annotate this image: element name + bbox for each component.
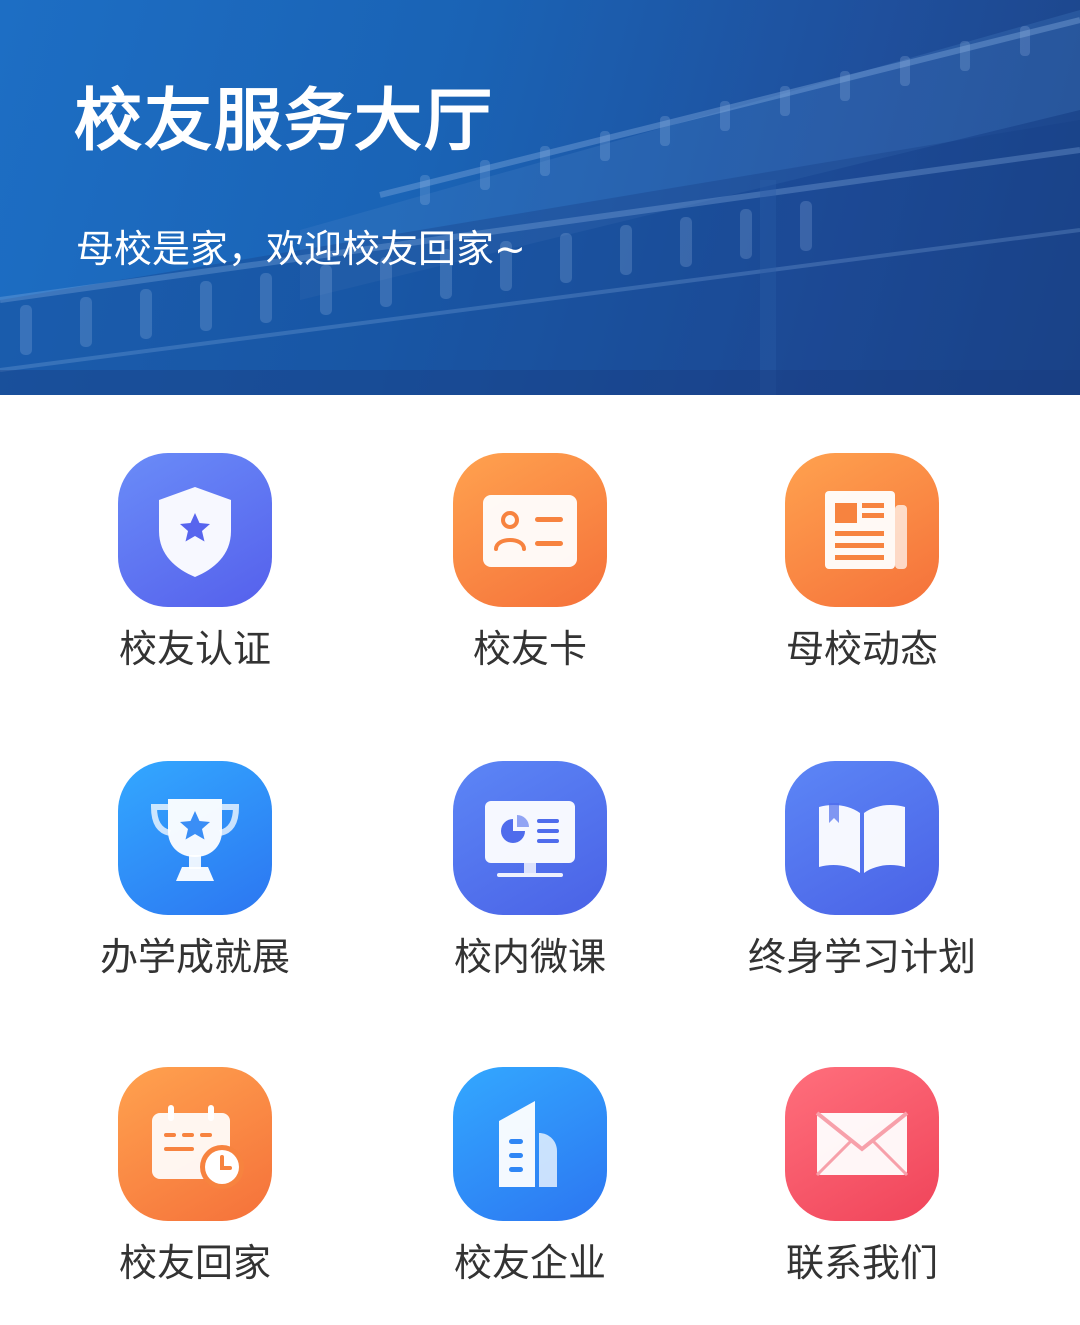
- service-school-news[interactable]: 母校动态: [697, 395, 1027, 671]
- trophy-icon: [150, 799, 240, 881]
- envelope-icon: [815, 1111, 909, 1177]
- service-lifelong-learning[interactable]: 终身学习计划: [697, 703, 1027, 979]
- lifelong-learning-icon-tile: [785, 761, 939, 915]
- building-icon: [499, 1101, 557, 1187]
- shield-star-icon: [159, 487, 231, 577]
- achievement-exhibition-icon-tile: [118, 761, 272, 915]
- alumni-verification-icon-tile: [118, 453, 272, 607]
- service-label: 校内微课: [453, 935, 606, 979]
- service-contact-us[interactable]: 联系我们: [697, 1009, 1027, 1285]
- service-label: 终身学习计划: [747, 935, 976, 979]
- service-label: 校友认证: [118, 627, 271, 671]
- service-alumni-enterprises[interactable]: 校友企业: [365, 1009, 695, 1285]
- service-label: 联系我们: [785, 1241, 938, 1285]
- service-label: 校友回家: [118, 1241, 271, 1285]
- contact-us-icon-tile: [785, 1067, 939, 1221]
- campus-building-background: [0, 10, 1080, 395]
- service-label: 办学成就展: [99, 935, 290, 979]
- service-achievement-exhibition[interactable]: 办学成就展: [30, 703, 360, 979]
- page-title: 校友服务大厅: [74, 82, 495, 161]
- alumni-enterprises-icon-tile: [453, 1067, 607, 1221]
- header-banner: 校友服务大厅 母校是家，欢迎校友回家~: [0, 0, 1080, 395]
- alumni-card-icon-tile: [453, 453, 607, 607]
- calendar-clock-icon: [152, 1105, 244, 1189]
- service-label: 校友卡: [472, 627, 587, 671]
- service-alumni-card[interactable]: 校友卡: [365, 395, 695, 671]
- service-label: 校友企业: [453, 1241, 606, 1285]
- service-alumni-verification[interactable]: 校友认证: [30, 395, 360, 671]
- page-subtitle: 母校是家，欢迎校友回家~: [76, 227, 526, 271]
- open-book-icon: [819, 803, 905, 873]
- newspaper-icon: [825, 491, 907, 569]
- service-alumni-homecoming[interactable]: 校友回家: [30, 1009, 360, 1285]
- service-grid: 校友认证 校友卡 母校动态 办学成就展 校内微课 终身学习计划 校友回家 校友企…: [0, 395, 1080, 1325]
- id-card-icon: [483, 495, 577, 567]
- alumni-homecoming-icon-tile: [118, 1067, 272, 1221]
- service-label: 母校动态: [785, 627, 938, 671]
- monitor-chart-icon: [485, 801, 575, 877]
- micro-courses-icon-tile: [453, 761, 607, 915]
- school-news-icon-tile: [785, 453, 939, 607]
- service-micro-courses[interactable]: 校内微课: [365, 703, 695, 979]
